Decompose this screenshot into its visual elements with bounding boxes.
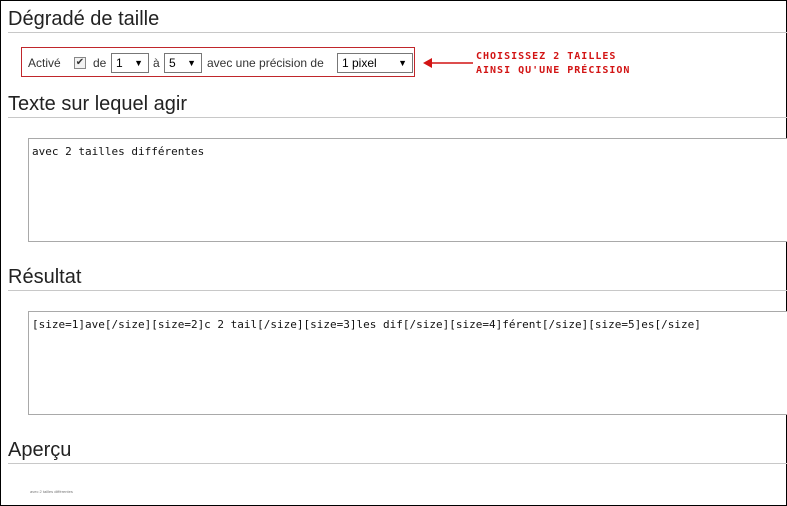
to-size-value: 5 bbox=[169, 56, 176, 70]
from-label: de bbox=[93, 56, 107, 70]
precision-select[interactable]: 1 pixel ▼ bbox=[337, 53, 413, 73]
to-size-select[interactable]: 5 ▼ bbox=[164, 53, 202, 73]
section-title-input: Texte sur lequel agir bbox=[8, 93, 187, 115]
from-size-value: 1 bbox=[116, 56, 123, 70]
section-title-result: Résultat bbox=[8, 266, 82, 288]
section-title-gradient: Dégradé de taille bbox=[8, 8, 160, 30]
divider bbox=[8, 463, 787, 464]
input-textarea[interactable]: avec 2 tailles différentes bbox=[28, 138, 787, 242]
divider bbox=[8, 117, 787, 118]
precision-value: 1 pixel bbox=[342, 56, 377, 70]
result-textarea[interactable]: [size=1]ave[/size][size=2]c 2 tail[/size… bbox=[28, 311, 787, 415]
annotation-line-2: AINSI QU'UNE PRÉCISION bbox=[476, 65, 631, 76]
gradient-options-box: Activé ✔ de 1 ▼ à 5 ▼ avec une précision… bbox=[21, 47, 415, 77]
active-checkbox[interactable]: ✔ bbox=[74, 57, 86, 69]
divider bbox=[8, 290, 787, 291]
chevron-down-icon: ▼ bbox=[398, 58, 407, 68]
to-label: à bbox=[153, 56, 160, 70]
precision-label: avec une précision de bbox=[207, 56, 324, 70]
chevron-down-icon: ▼ bbox=[187, 58, 196, 68]
divider bbox=[8, 32, 787, 33]
section-title-preview: Aperçu bbox=[8, 439, 72, 461]
chevron-down-icon: ▼ bbox=[134, 58, 143, 68]
preview-output: avec 2 tailles différentes bbox=[30, 489, 73, 494]
from-size-select[interactable]: 1 ▼ bbox=[111, 53, 149, 73]
annotation-arrow-icon bbox=[423, 58, 473, 68]
active-label: Activé bbox=[28, 56, 61, 70]
annotation-line-1: CHOISISSEZ 2 TAILLES bbox=[476, 51, 617, 62]
